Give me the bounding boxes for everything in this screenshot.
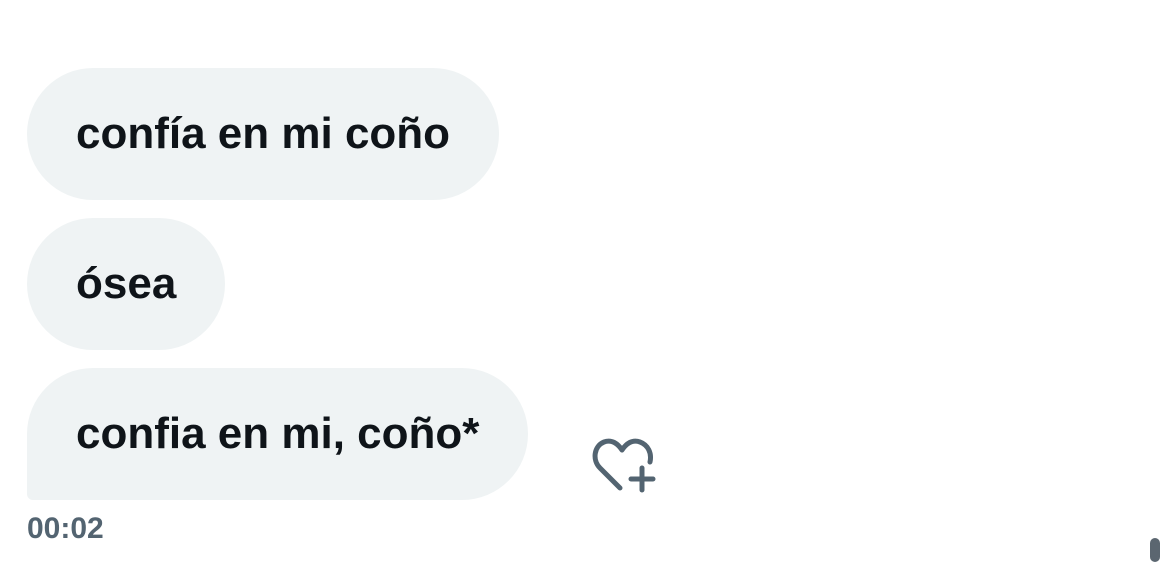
scrollbar-thumb[interactable] — [1150, 538, 1160, 562]
message-timestamp: 00:02 — [27, 512, 104, 545]
message-text: ósea — [76, 259, 177, 308]
message-thread: confía en mi coño ósea confia en mi, coñ… — [0, 0, 1170, 562]
message-text: confía en mi coño — [76, 109, 451, 158]
message-bubble[interactable]: confía en mi coño — [27, 68, 500, 200]
message-text: confia en mi, coño* — [76, 409, 480, 458]
message-bubble[interactable]: confia en mi, coño* — [27, 368, 529, 500]
heart-plus-icon — [592, 438, 656, 493]
add-reaction-button[interactable] — [590, 432, 660, 496]
message-bubble[interactable]: ósea — [27, 218, 226, 350]
